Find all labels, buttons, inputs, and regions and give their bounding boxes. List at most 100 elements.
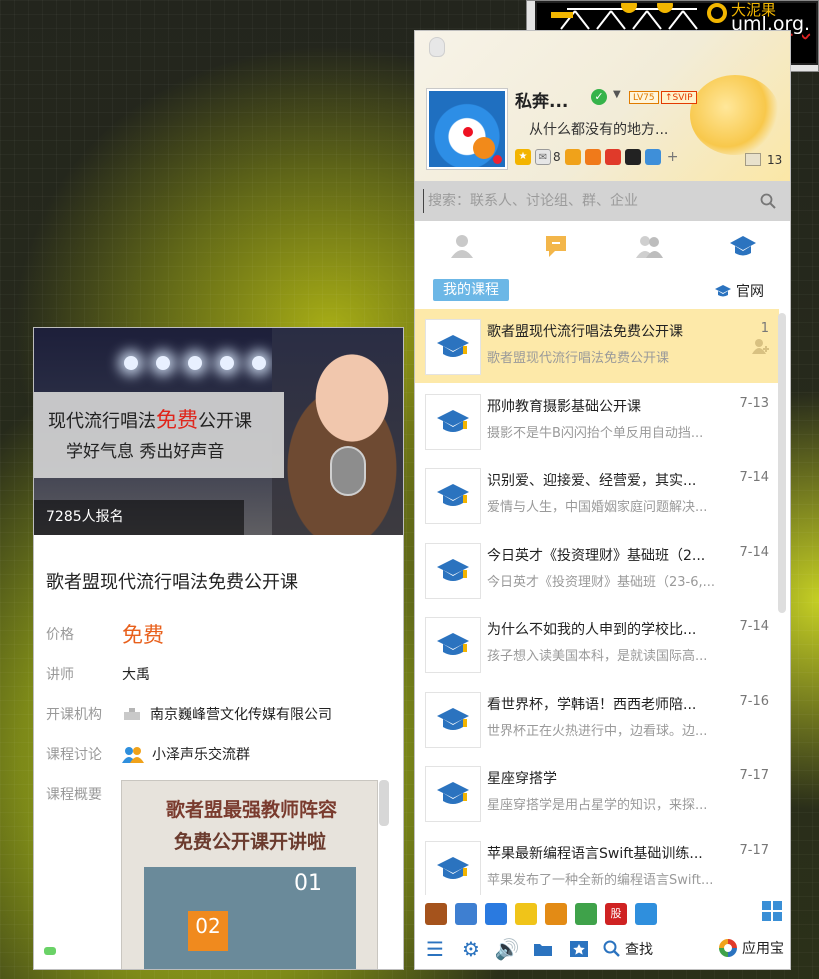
message-count: 13: [767, 153, 783, 167]
gear-icon[interactable]: ⚙: [459, 937, 483, 961]
tab-groups[interactable]: [603, 223, 697, 269]
music-app-icon[interactable]: [545, 903, 567, 925]
singer-image: [272, 328, 403, 535]
avatar-ball: [473, 137, 495, 159]
avatar[interactable]: [427, 89, 507, 169]
banner-slogan: 学好气息 秀出好声音: [66, 442, 225, 462]
graduation-cap-icon: [730, 236, 757, 256]
level-badge[interactable]: LV75: [629, 91, 659, 104]
appstore-label: 应用宝: [742, 941, 784, 957]
summary-poster[interactable]: 歌者盟最强教师阵容 免费公开课开讲啦 01 02: [121, 780, 378, 969]
graduation-cap-icon: [437, 335, 469, 357]
course-list-item[interactable]: 歌者盟现代流行唱法免费公开课 1 歌者盟现代流行唱法免费公开课: [415, 309, 779, 383]
weather-icon[interactable]: [644, 149, 661, 165]
bottom-bar: ☰ ⚙ 🔊 查找 应用宝: [415, 929, 790, 969]
price-value: 免费: [122, 623, 164, 647]
teacher-value[interactable]: 大禹: [122, 664, 150, 684]
course-item-date: 7-14: [739, 470, 769, 485]
course-item-title: 识别爱、迎接爱、经营爱，其实...: [487, 473, 697, 489]
course-list-item[interactable]: 苹果最新编程语言Swift基础训练... 7-17 苹果发布了一种全新的编程语言Sw…: [415, 831, 779, 895]
gift-icon[interactable]: [584, 149, 601, 165]
online-status-icon[interactable]: ✓: [591, 89, 607, 105]
svip-badge[interactable]: ↑SVIP: [661, 91, 697, 104]
course-detail-card: 现代流行唱法免费公开课 学好气息 秀出好声音 7285人报名 歌者盟现代流行唱法…: [33, 327, 404, 970]
course-icon: [425, 691, 481, 748]
discussion-group-link[interactable]: 小泽声乐交流群: [122, 744, 250, 764]
main-menu-icon[interactable]: ☰: [423, 937, 447, 961]
shield-app-icon[interactable]: [485, 903, 507, 925]
banner-headline-post: 公开课: [198, 411, 252, 432]
tab-contacts[interactable]: [415, 223, 509, 269]
tab-messages[interactable]: [509, 223, 603, 269]
video-icon[interactable]: [604, 149, 621, 165]
banner-headline: 现代流行唱法免费公开课: [48, 404, 252, 434]
poster-badge-02: 02: [188, 911, 228, 951]
add-icon[interactable]: +: [665, 149, 681, 165]
course-list-item[interactable]: 邢帅教育摄影基础公开课 7-13 摄影不是牛B闪闪抬个单反用自动挡...: [415, 384, 779, 458]
my-courses-tab[interactable]: 我的课程: [433, 279, 509, 301]
course-list: 歌者盟现代流行唱法免费公开课 1 歌者盟现代流行唱法免费公开课 邢帅教育摄影基础公开课…: [415, 309, 790, 895]
search-icon[interactable]: [760, 193, 776, 209]
app-grid-icon[interactable]: [762, 901, 782, 921]
browser-app-icon[interactable]: [575, 903, 597, 925]
stock-app-icon[interactable]: 股: [605, 903, 627, 925]
microphone-icon: [330, 446, 366, 496]
mail-icon[interactable]: ✉: [535, 149, 551, 165]
folder-icon[interactable]: [564, 149, 581, 165]
official-site-label: 官网: [736, 284, 764, 300]
course-item-date: 7-14: [739, 544, 769, 560]
book-app-icon[interactable]: [425, 903, 447, 925]
star-icon[interactable]: ★: [515, 149, 531, 165]
app-tray: 股: [415, 897, 790, 931]
message-box-icon[interactable]: [745, 153, 761, 166]
banner-headline-pre: 现代流行唱法: [48, 411, 156, 432]
course-list-item[interactable]: 为什么不如我的人申到的学校比... 7-14 孩子想入读美国本科，是就读国际高...: [415, 607, 779, 681]
organization-icon: [124, 708, 140, 720]
notes-app-icon[interactable]: [515, 903, 537, 925]
qq-penguin-icon[interactable]: [429, 37, 445, 57]
course-list-item[interactable]: 识别爱、迎接爱、经营爱，其实... 7-14 爱情与人生，中国婚姻家庭问题解决...: [415, 458, 779, 532]
course-item-subtitle: 今日英才《投资理财》基础班（23-6,...: [487, 574, 716, 590]
official-site-link[interactable]: 官网: [714, 281, 764, 301]
course-item-date: 1: [760, 321, 769, 336]
course-list-item[interactable]: 今日英才《投资理财》基础班（2... 7-14 今日英才《投资理财》基础班（23-6…: [415, 533, 779, 607]
course-banner[interactable]: 现代流行唱法免费公开课 学好气息 秀出好声音 7285人报名: [34, 328, 403, 535]
organization-name: 南京巍峰营文化传媒有限公司: [150, 707, 332, 723]
signature[interactable]: 从什么都没有的地方...: [529, 119, 668, 139]
tab-courses[interactable]: [696, 223, 790, 269]
course-item-title: 为什么不如我的人申到的学校比...: [487, 622, 697, 638]
course-list-item[interactable]: 星座穿搭学 7-17 星座穿搭学是用占星学的知识，来探...: [415, 756, 779, 830]
person-icon: [450, 235, 473, 258]
graduation-cap-icon: [437, 707, 469, 730]
skin-decoration: [690, 75, 780, 155]
course-item-subtitle: 爱情与人生，中国婚姻家庭问题解决...: [487, 500, 708, 515]
course-item-title: 看世界杯，学韩语！西西老师陪...: [487, 696, 697, 713]
course-item-subtitle: 摄影不是牛B闪闪抬个单反用自动挡...: [487, 425, 704, 441]
penguin-game-icon[interactable]: [455, 903, 477, 925]
penguin-icon[interactable]: [624, 149, 641, 165]
course-item-subtitle: 孩子想入读美国本科，是就读国际高...: [487, 649, 708, 664]
favorites-icon[interactable]: [567, 937, 591, 961]
profile-header: 私奔... ✓ ▼ LV75 ↑SVIP 从什么都没有的地方... ★ ✉ 8 …: [415, 31, 790, 181]
course-icon: [425, 766, 481, 822]
find-button[interactable]: 查找: [603, 939, 653, 959]
course-list-scrollbar[interactable]: [778, 313, 786, 613]
appstore-icon: [719, 939, 737, 957]
nickname[interactable]: 私奔...: [515, 87, 568, 112]
organization-value[interactable]: 南京巍峰营文化传媒有限公司: [122, 704, 332, 724]
course-item-title: 邢帅教育摄影基础公开课: [487, 398, 641, 415]
banner-headline-hot: 免费: [156, 408, 198, 432]
course-item-title: 星座穿搭学: [487, 771, 557, 787]
course-item-date: 7-13: [739, 395, 769, 411]
cloud-app-icon[interactable]: [635, 903, 657, 925]
enroll-icon[interactable]: [751, 337, 771, 355]
graduation-cap-icon: [715, 285, 731, 297]
folder-icon[interactable]: [531, 937, 555, 961]
course-list-item[interactable]: 看世界杯，学韩语！西西老师陪... 7-16 世界杯正在火热进行中，边看球。边...: [415, 682, 779, 756]
course-item-subtitle: 世界杯正在火热进行中，边看球。边...: [487, 723, 708, 739]
detail-scrollbar[interactable]: [379, 780, 389, 826]
volume-icon[interactable]: 🔊: [495, 937, 520, 961]
chevron-down-icon[interactable]: ▼: [613, 89, 621, 100]
search-input[interactable]: [423, 189, 763, 213]
appstore-button[interactable]: 应用宝: [718, 938, 784, 958]
